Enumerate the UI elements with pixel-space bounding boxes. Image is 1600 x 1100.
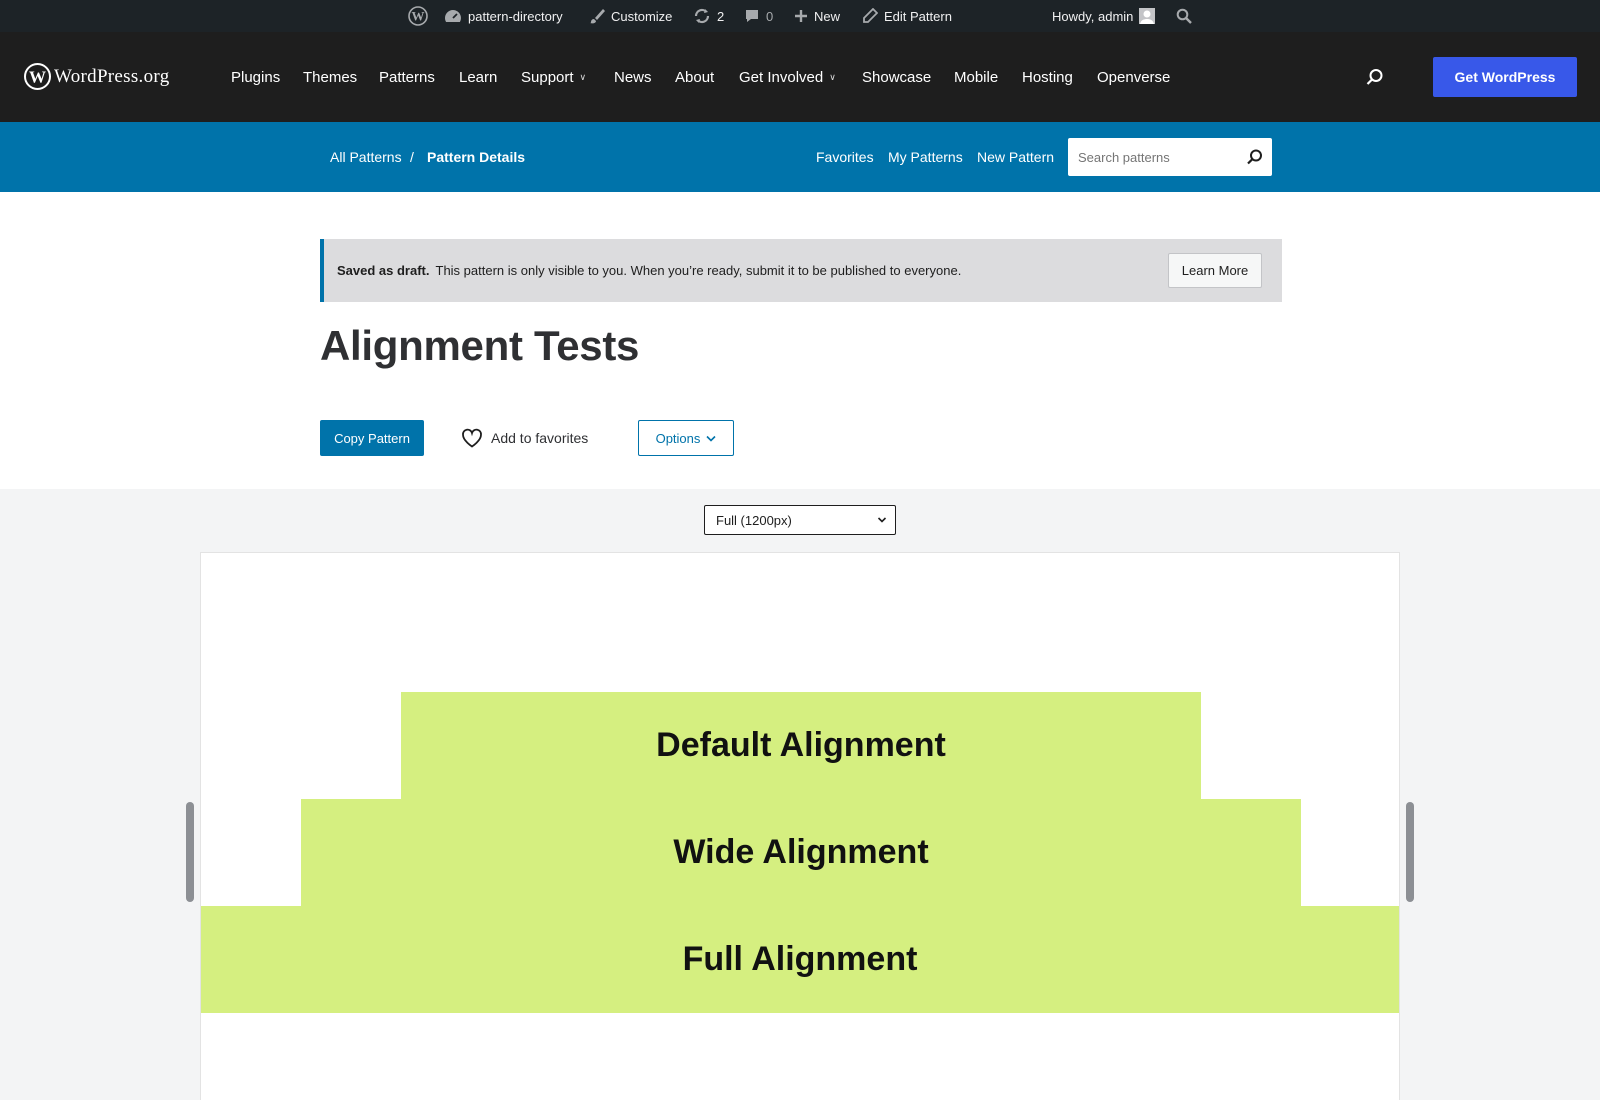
nav-label: About (675, 68, 715, 86)
nav-label: Themes (303, 68, 358, 86)
pattern-search-box (1068, 138, 1272, 176)
add-to-favorites-button[interactable]: Add to favorites (461, 420, 588, 456)
new-label: New (814, 8, 841, 24)
search-submit-icon[interactable] (1246, 148, 1264, 166)
learn-more-button[interactable]: Learn More (1168, 253, 1262, 288)
site-name: pattern-directory (468, 8, 563, 24)
preview-width-value: Full (1200px) (716, 512, 792, 528)
chevron-down-icon: ∨ (829, 71, 836, 82)
draft-notice: Saved as draft. This pattern is only vis… (320, 239, 1282, 302)
get-wordpress-button[interactable]: Get WordPress (1433, 57, 1577, 97)
customize-label: Customize (611, 8, 673, 24)
admin-bar-search-icon[interactable] (1176, 0, 1192, 32)
brush-icon (589, 8, 605, 24)
nav-support[interactable]: Support ∨ (521, 32, 586, 122)
pattern-search-input[interactable] (1068, 149, 1238, 165)
nav-label: Openverse (1097, 68, 1171, 86)
pencil-icon (862, 8, 878, 24)
global-header: W WordPress.org Plugins Themes Patterns … (0, 32, 1600, 122)
pattern-content: Saved as draft. This pattern is only vis… (0, 192, 1600, 489)
link-my-patterns[interactable]: My Patterns (888, 122, 963, 192)
nav-hosting[interactable]: Hosting (1022, 32, 1073, 122)
nav-label: News (614, 68, 652, 86)
admin-bar-updates[interactable]: 2 (693, 0, 724, 32)
pattern-local-nav: All Patterns / Pattern Details Favorites… (0, 122, 1600, 192)
edit-pattern-label: Edit Pattern (884, 8, 952, 24)
admin-bar-account[interactable]: Howdy, admin (1052, 0, 1156, 32)
breadcrumb-all-patterns[interactable]: All Patterns (330, 122, 402, 192)
notice-text: This pattern is only visible to you. Whe… (435, 263, 962, 278)
copy-pattern-button[interactable]: Copy Pattern (320, 420, 424, 456)
options-label: Options (655, 430, 701, 446)
header-search-icon[interactable] (1366, 68, 1384, 86)
howdy-label: Howdy, admin (1052, 8, 1134, 24)
admin-bar: W pattern-directory Customize 2 0 New Ed… (0, 0, 1600, 32)
nav-news[interactable]: News (614, 32, 652, 122)
logo-text: WordPress.org (54, 65, 170, 87)
resize-handle-left[interactable] (186, 802, 194, 902)
wordpress-org-logo[interactable]: W WordPress.org (24, 63, 170, 90)
default-alignment-block: Default Alignment (401, 692, 1201, 799)
nav-mobile[interactable]: Mobile (954, 32, 998, 122)
nav-showcase[interactable]: Showcase (862, 32, 931, 122)
nav-label: Support (521, 68, 574, 86)
admin-bar-comments[interactable]: 0 (744, 0, 773, 32)
page-title: Alignment Tests (320, 322, 640, 369)
svg-text:W: W (29, 68, 46, 87)
link-favorites[interactable]: Favorites (816, 122, 874, 192)
admin-bar-new[interactable]: New (794, 0, 840, 32)
comments-count: 0 (766, 8, 774, 24)
preview-width-select[interactable]: Full (1200px) (704, 505, 896, 535)
admin-bar-edit-pattern[interactable]: Edit Pattern (862, 0, 952, 32)
wordpress-logo-icon[interactable]: W (408, 0, 428, 32)
resize-handle-right[interactable] (1406, 802, 1414, 902)
admin-bar-site[interactable]: pattern-directory (444, 0, 563, 32)
nav-get-involved[interactable]: Get Involved ∨ (739, 32, 836, 122)
plus-icon (794, 9, 808, 23)
breadcrumb-separator: / (410, 149, 414, 165)
nav-label: Mobile (954, 68, 999, 86)
nav-label: Hosting (1022, 68, 1073, 86)
breadcrumb-current: Pattern Details (427, 149, 526, 165)
nav-learn[interactable]: Learn (459, 32, 497, 122)
link-new-pattern[interactable]: New Pattern (977, 122, 1054, 192)
chevron-down-icon: ∨ (579, 71, 587, 82)
nav-label: Get Involved (739, 68, 824, 86)
chevron-down-icon (706, 435, 716, 442)
heart-icon (462, 428, 482, 448)
nav-patterns[interactable]: Patterns (379, 32, 435, 122)
nav-label: Showcase (862, 68, 932, 86)
wordpress-w-icon: W (24, 63, 51, 90)
pattern-preview-frame: Default Alignment Wide Alignment Full Al… (200, 552, 1400, 1100)
favorites-label: Add to favorites (491, 430, 589, 446)
nav-label: Patterns (379, 68, 435, 86)
nav-about[interactable]: About (675, 32, 714, 122)
nav-openverse[interactable]: Openverse (1097, 32, 1170, 122)
nav-themes[interactable]: Themes (303, 32, 357, 122)
chevron-down-icon (877, 517, 887, 523)
nav-plugins[interactable]: Plugins (231, 32, 280, 122)
svg-text:W: W (412, 9, 425, 24)
options-button[interactable]: Options (638, 420, 734, 456)
nav-label: Learn (459, 68, 498, 86)
updates-icon (693, 8, 711, 24)
updates-count: 2 (717, 8, 725, 24)
notice-strong: Saved as draft. (337, 263, 430, 278)
admin-bar-customize[interactable]: Customize (589, 0, 672, 32)
full-alignment-block: Full Alignment (201, 906, 1399, 1013)
wide-alignment-block: Wide Alignment (301, 799, 1301, 906)
dashboard-icon (444, 8, 462, 24)
comment-icon (744, 8, 760, 24)
nav-label: Plugins (231, 68, 281, 86)
avatar (1139, 8, 1156, 24)
